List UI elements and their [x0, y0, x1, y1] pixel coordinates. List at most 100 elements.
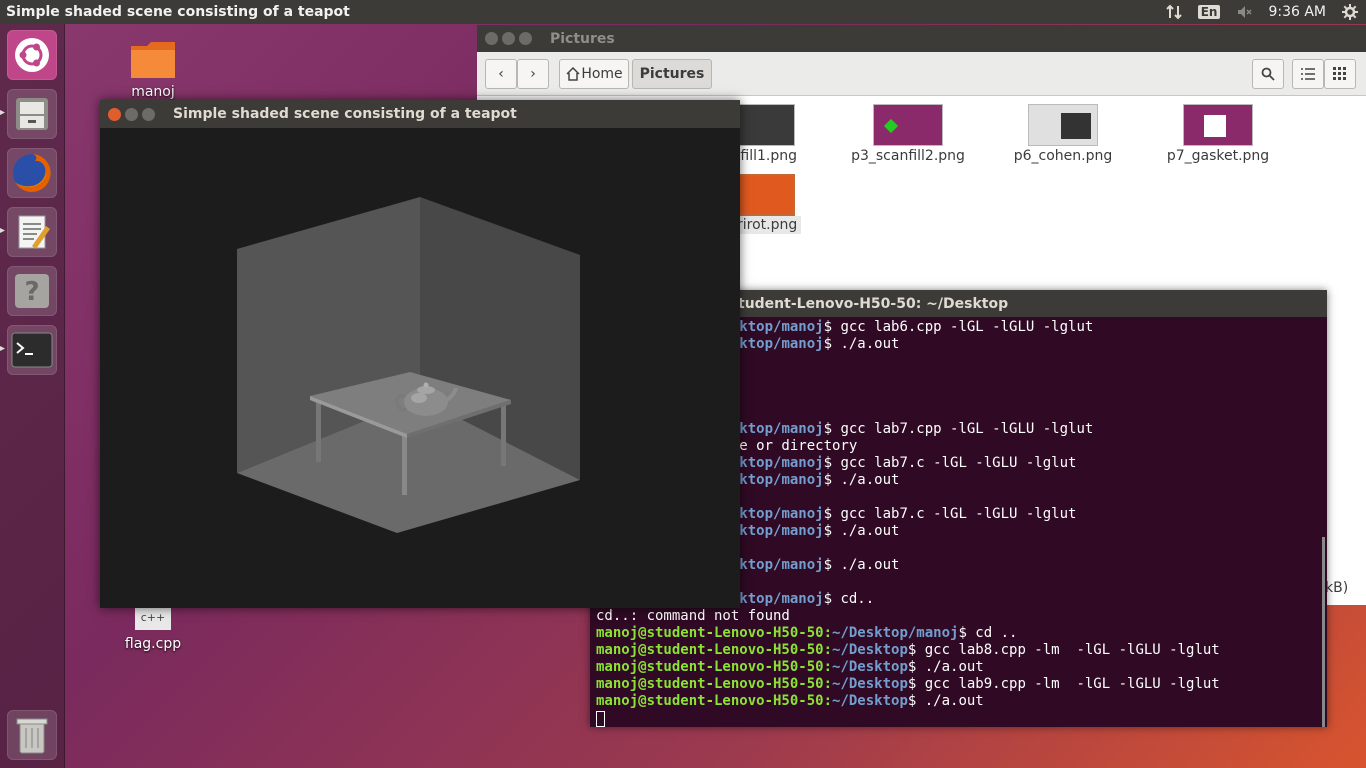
clock[interactable]: 9:36 AM — [1268, 4, 1326, 20]
breadcrumb-home[interactable]: Home — [559, 59, 629, 89]
maximize-button[interactable] — [142, 107, 155, 121]
command-text: $ cd.. — [823, 591, 875, 607]
file-label[interactable]: p6_cohen.png — [998, 148, 1128, 164]
prompt-user: manoj@student-Lenovo-H50-50: — [596, 693, 833, 709]
close-button[interactable] — [485, 32, 498, 45]
command-text: $ gcc lab7.cpp -lGL -lGLU -lglut — [823, 421, 1094, 437]
prompt-path: ~/Desktop — [832, 642, 908, 658]
command-text: $ ./a.out — [907, 693, 984, 709]
prompt-path: ~/Desktop — [832, 676, 908, 692]
volume-muted-icon[interactable] — [1236, 4, 1252, 20]
home-icon — [566, 67, 580, 81]
back-button[interactable]: ‹ — [485, 59, 517, 89]
top-panel: Simple shaded scene consisting of a teap… — [0, 0, 1366, 24]
table-leg — [501, 404, 506, 466]
ubuntu-dash-button[interactable] — [7, 30, 57, 80]
breadcrumb-label: Home — [581, 66, 623, 82]
command-text: $ ./a.out — [823, 472, 900, 488]
active-window-title: Simple shaded scene consisting of a teap… — [6, 4, 350, 20]
help-launcher[interactable]: ? — [7, 266, 57, 316]
running-indicator — [0, 228, 5, 233]
scrollbar[interactable] — [1322, 537, 1325, 727]
teapot-scene-canvas[interactable] — [100, 128, 740, 608]
grid-view-icon — [1333, 67, 1346, 80]
trash-launcher[interactable] — [7, 710, 57, 760]
file-label[interactable]: p7_gasket.png — [1153, 148, 1283, 164]
launcher: ? — [0, 24, 65, 768]
desktop-folder-manoj[interactable]: manoj — [118, 40, 188, 100]
command-text: $ gcc lab6.cpp -lGL -lGLU -lglut — [823, 319, 1094, 335]
terminal-line: manoj@student-Lenovo-H50-50:~/Desktop$ g… — [596, 676, 1327, 693]
files-launcher[interactable] — [7, 89, 57, 139]
svg-text:?: ? — [24, 277, 39, 307]
terminal-line — [596, 710, 1327, 727]
command-text: $ ./a.out — [823, 557, 900, 573]
command-text: $ gcc lab7.c -lGL -lGLU -lglut — [823, 455, 1077, 471]
file-label[interactable]: p3_scanfill2.png — [843, 148, 973, 164]
window-titlebar[interactable]: Pictures — [477, 25, 1366, 52]
keyboard-layout-indicator[interactable]: En — [1197, 5, 1221, 19]
command-text: $ gcc lab9.cpp -lm -lGL -lGLU -lglut — [907, 676, 1220, 692]
search-button[interactable] — [1252, 59, 1284, 89]
search-icon — [1261, 67, 1275, 81]
chevron-left-icon: ‹ — [498, 66, 504, 82]
command-text: $ gcc lab7.c -lGL -lGLU -lglut — [823, 506, 1077, 522]
desktop-icon-label: manoj — [131, 84, 175, 100]
window-title: Simple shaded scene consisting of a teap… — [173, 106, 517, 122]
forward-button[interactable]: › — [517, 59, 549, 89]
chevron-right-icon: › — [530, 66, 536, 82]
status-text: kB) — [1325, 580, 1349, 596]
file-thumbnail[interactable] — [873, 104, 943, 146]
prompt-user: manoj@student-Lenovo-H50-50: — [596, 659, 833, 675]
minimize-button[interactable] — [125, 107, 138, 121]
folder-icon — [131, 42, 175, 78]
command-text: $ ./a.out — [823, 523, 900, 539]
prompt-path: ~/Desktop/manoj — [832, 625, 959, 641]
running-indicator — [0, 110, 5, 115]
desktop-file-flag-cpp[interactable]: c++ flag.cpp — [118, 606, 188, 652]
command-text: $ cd .. — [958, 625, 1018, 641]
terminal-line: manoj@student-Lenovo-H50-50:~/Desktop$ g… — [596, 642, 1327, 659]
ubuntu-logo-icon — [15, 38, 49, 72]
window-title: tudent-Lenovo-H50-50: ~/Desktop — [738, 295, 1009, 312]
prompt-user: manoj@student-Lenovo-H50-50: — [596, 642, 833, 658]
prompt-user: manoj@student-Lenovo-H50-50: — [596, 676, 833, 692]
close-button[interactable] — [108, 107, 121, 121]
table-leg — [316, 398, 321, 462]
list-view-button[interactable] — [1292, 59, 1324, 89]
terminal-line: manoj@student-Lenovo-H50-50:~/Desktop$ .… — [596, 693, 1327, 710]
breadcrumb-label: Pictures — [639, 66, 705, 82]
command-text: $ ./a.out — [823, 336, 900, 352]
command-text: $ ./a.out — [907, 659, 984, 675]
file-thumbnail[interactable] — [1183, 104, 1253, 146]
prompt-user: manoj@student-Lenovo-H50-50: — [596, 625, 833, 641]
running-indicator — [0, 346, 5, 351]
breadcrumb-pictures[interactable]: Pictures — [632, 59, 712, 89]
prompt-path: ~/Desktop — [832, 693, 908, 709]
toolbar: ‹ › Home Pictures — [477, 52, 1366, 96]
file-thumbnail[interactable] — [1028, 104, 1098, 146]
text-editor-launcher[interactable] — [7, 207, 57, 257]
gear-icon[interactable] — [1342, 4, 1358, 20]
prompt-path: ~/Desktop — [832, 659, 908, 675]
network-icon[interactable] — [1165, 4, 1182, 20]
opengl-window: Simple shaded scene consisting of a teap… — [100, 100, 740, 608]
file-cabinet-icon — [16, 98, 48, 130]
table-leg — [402, 433, 407, 495]
terminal-icon — [11, 332, 53, 368]
window-titlebar[interactable]: Simple shaded scene consisting of a teap… — [100, 100, 740, 128]
firefox-launcher[interactable] — [7, 148, 57, 198]
text-editor-icon — [18, 215, 50, 249]
text-cursor — [596, 711, 605, 727]
terminal-line: manoj@student-Lenovo-H50-50:~/Desktop/ma… — [596, 625, 1327, 642]
window-title: Pictures — [550, 30, 615, 47]
command-text: $ gcc lab8.cpp -lm -lGL -lGLU -lglut — [907, 642, 1220, 658]
view-options-button[interactable] — [1324, 59, 1356, 89]
list-view-icon — [1301, 68, 1315, 80]
terminal-launcher[interactable] — [7, 325, 57, 375]
help-icon: ? — [15, 274, 49, 308]
file-label-selected[interactable]: rirot.png — [733, 216, 802, 234]
minimize-button[interactable] — [502, 32, 515, 45]
desktop-icon-label: flag.cpp — [124, 636, 182, 652]
maximize-button[interactable] — [519, 32, 532, 45]
